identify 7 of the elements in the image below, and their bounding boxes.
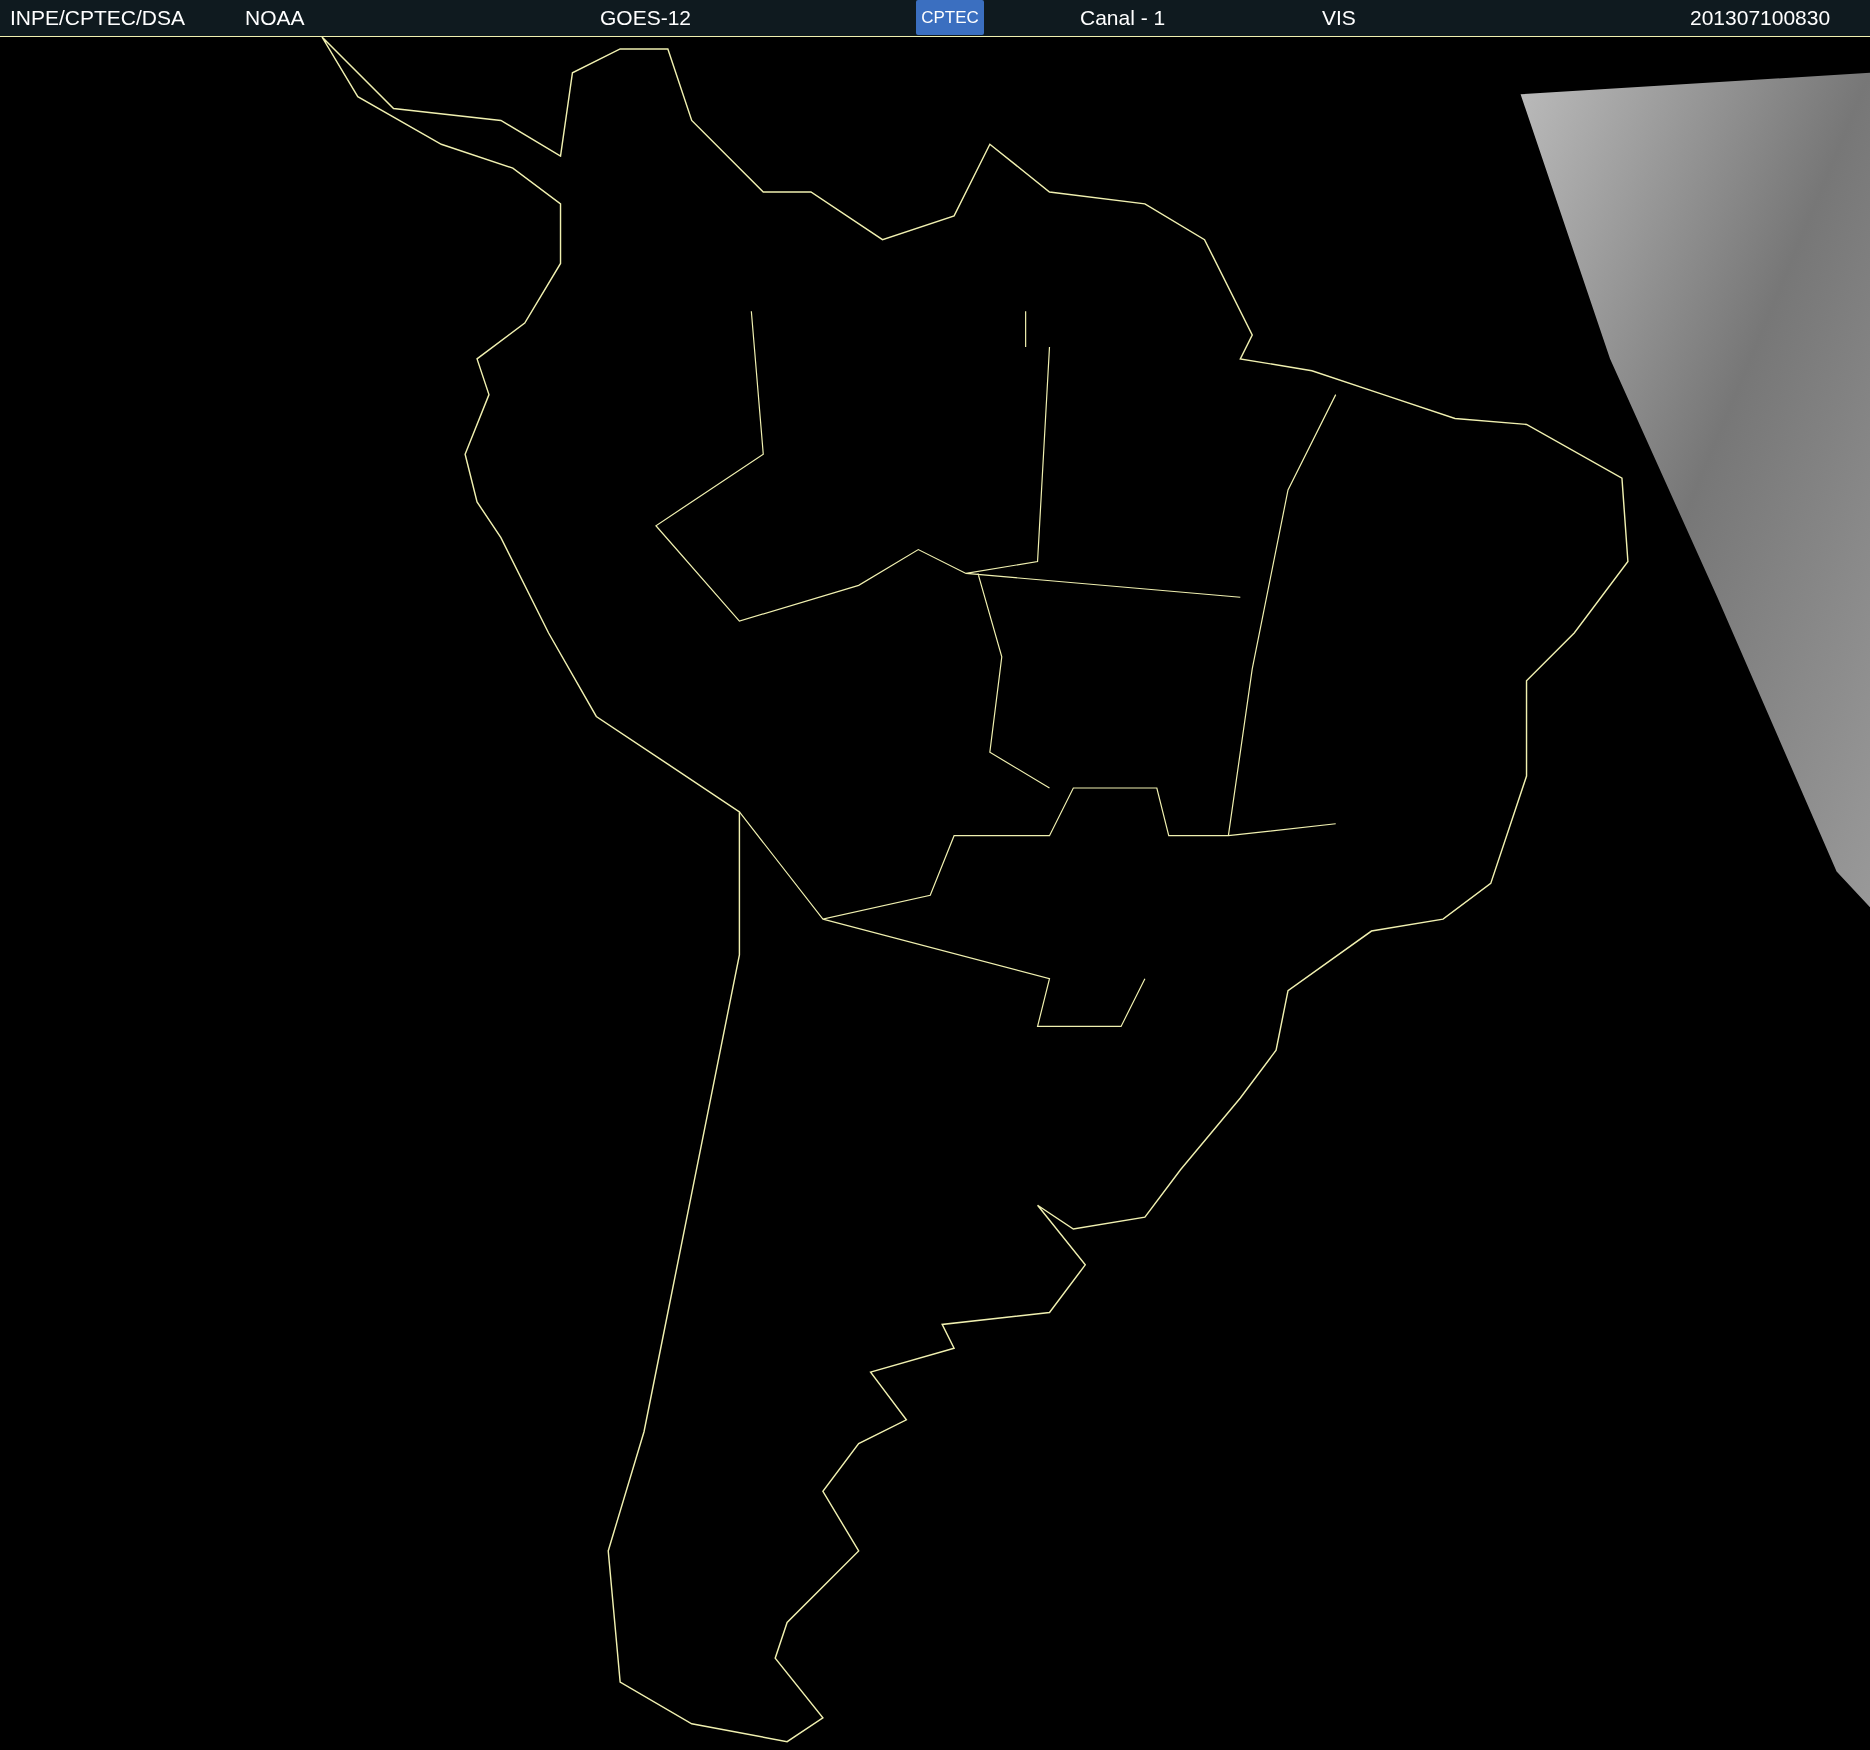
- header-label: Canal - 1: [1080, 6, 1166, 30]
- logo: CPTEC: [916, 0, 984, 35]
- header-label: GOES-12: [600, 6, 692, 30]
- header-label: INPE/CPTEC/DSA: [10, 6, 186, 30]
- header-label: NOAA: [245, 6, 305, 30]
- timestamp: 201307100830: [1690, 6, 1831, 30]
- header-label: VIS: [1322, 6, 1356, 30]
